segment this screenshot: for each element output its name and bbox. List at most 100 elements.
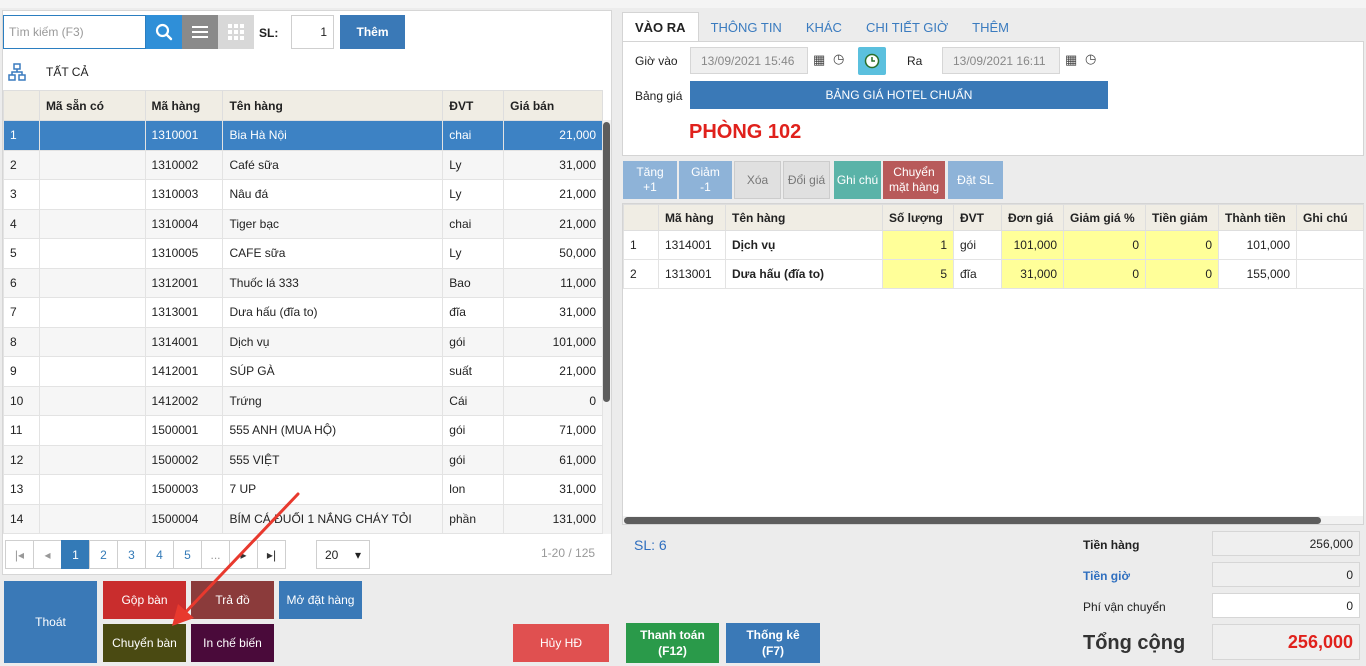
- search-button[interactable]: [146, 15, 182, 49]
- table-row[interactable]: 2 1313001 Dưa hấu (đĩa to) 5 đĩa 31,000 0 0 155,…: [623, 259, 1364, 289]
- print-kitchen-button[interactable]: In chế biến: [191, 624, 274, 662]
- col-index: [623, 204, 659, 231]
- table-cell: 1500002: [144, 444, 224, 475]
- refresh-time-button[interactable]: [858, 47, 886, 75]
- tab-other[interactable]: KHÁC: [794, 12, 854, 42]
- table-cell: 2: [3, 149, 40, 180]
- cancel-invoice-button[interactable]: Hủy HĐ: [513, 624, 609, 662]
- change-price-button[interactable]: Đổi giá: [783, 161, 830, 199]
- table-row[interactable]: 7 1313001 Dưa hấu (đĩa to) đĩa 31,000: [3, 297, 603, 328]
- category-tree-icon[interactable]: [8, 63, 26, 81]
- shipping-fee-input[interactable]: 0: [1212, 593, 1360, 618]
- order-table: Mã hàng Tên hàng Số lượng ĐVT Đơn giá Gi…: [623, 204, 1364, 289]
- category-bar: TẤT CẢ: [3, 57, 612, 87]
- table-row[interactable]: 10 1412002 Trứng Cái 0: [3, 385, 603, 416]
- table-cell[interactable]: 5: [882, 259, 954, 289]
- search-input[interactable]: Tìm kiếm (F3): [3, 15, 146, 49]
- table-row[interactable]: 9 1412001 SÚP GÀ suất 21,000: [3, 356, 603, 387]
- page-size-value: 20: [325, 547, 339, 562]
- clock-icon[interactable]: ◷: [833, 51, 844, 67]
- statistics-label: Thống kê (F7): [746, 628, 800, 658]
- top-strip: [0, 0, 1366, 8]
- decrease-qty-button[interactable]: Giảm -1: [679, 161, 732, 199]
- table-cell: Café sữa: [222, 149, 444, 180]
- table-cell[interactable]: 31,000: [1001, 259, 1064, 289]
- table-cell[interactable]: 1: [882, 230, 954, 260]
- table-row[interactable]: 11 1500001 555 ANH (MUA HỘ) gói 71,000: [3, 415, 603, 446]
- page-size-select[interactable]: 20 ▾: [316, 540, 370, 569]
- checkout-label: Ra: [907, 54, 923, 68]
- table-cell: [38, 503, 146, 534]
- table-cell: [38, 120, 146, 151]
- first-page-button[interactable]: |◂: [5, 540, 34, 569]
- order-scroll-thumb[interactable]: [624, 517, 1321, 524]
- price-list-select[interactable]: BẢNG GIÁ HOTEL CHUẨN: [690, 81, 1108, 109]
- table-cell: 1313001: [144, 297, 224, 328]
- table-cell: 0: [503, 385, 603, 416]
- move-table-button[interactable]: Chuyển bàn: [103, 624, 186, 662]
- list-view-button[interactable]: [182, 15, 218, 49]
- table-cell: [38, 179, 146, 210]
- col-price: Giá bán: [503, 90, 603, 121]
- shipping-fee-label: Phí vận chuyển: [1083, 600, 1166, 614]
- tab-info[interactable]: THÔNG TIN: [699, 12, 794, 42]
- table-cell[interactable]: 0: [1145, 259, 1219, 289]
- table-row[interactable]: 4 1310004 Tiger bạc chai 21,000: [3, 208, 603, 239]
- table-row[interactable]: 8 1314001 Dịch vụ gói 101,000: [3, 326, 603, 357]
- table-row[interactable]: 1 1310001 Bia Hà Nội chai 21,000: [3, 120, 603, 151]
- tab-more[interactable]: THÊM: [960, 12, 1021, 42]
- page-button[interactable]: 3: [117, 540, 146, 569]
- table-cell: 1500001: [144, 415, 224, 446]
- table-cell: 1310003: [144, 179, 224, 210]
- page-button[interactable]: 1: [61, 540, 90, 569]
- table-cell[interactable]: 101,000: [1001, 230, 1064, 260]
- checkin-label: Giờ vào: [635, 54, 678, 68]
- page-button[interactable]: 2: [89, 540, 118, 569]
- table-cell: [38, 444, 146, 475]
- table-row[interactable]: 3 1310003 Nâu đá Ly 21,000: [3, 179, 603, 210]
- move-item-button[interactable]: Chuyển mặt hàng: [883, 161, 945, 199]
- quantity-input[interactable]: 1: [291, 15, 334, 49]
- grid-view-button[interactable]: [218, 15, 254, 49]
- note-button[interactable]: Ghi chú: [834, 161, 881, 199]
- payment-button[interactable]: Thanh toán (F12): [626, 623, 719, 663]
- table-cell: Tiger bạc: [222, 208, 444, 239]
- tab-time-detail[interactable]: CHI TIẾT GIỜ: [854, 12, 960, 42]
- calendar-icon[interactable]: ▦: [813, 52, 825, 68]
- table-cell[interactable]: 0: [1063, 230, 1146, 260]
- calendar-icon[interactable]: ▦: [1065, 52, 1077, 68]
- table-cell: 5: [3, 238, 40, 269]
- table-row[interactable]: 12 1500002 555 VIỆT gói 61,000: [3, 444, 603, 475]
- table-cell: 13: [3, 474, 40, 505]
- table-header-row: Mã sẵn có Mã hàng Tên hàng ĐVT Giá bán: [3, 90, 603, 121]
- table-cell: 14: [3, 503, 40, 534]
- table-row[interactable]: 1 1314001 Dịch vụ 1 gói 101,000 0 0 101,000: [623, 230, 1364, 260]
- category-tab-all[interactable]: TẤT CẢ: [46, 65, 88, 79]
- table-cell: Bao: [442, 267, 505, 298]
- clock-icon[interactable]: ◷: [1085, 51, 1096, 67]
- exit-button[interactable]: Thoát: [4, 581, 97, 663]
- checkout-time-field[interactable]: 13/09/2021 16:11: [942, 47, 1060, 74]
- tab-checkin[interactable]: VÀO RA: [622, 12, 699, 42]
- statistics-button[interactable]: Thống kê (F7): [726, 623, 820, 663]
- table-row[interactable]: 6 1312001 Thuốc lá 333 Bao 11,000: [3, 267, 603, 298]
- checkin-time-field[interactable]: 13/09/2021 15:46: [690, 47, 808, 74]
- product-scroll-thumb[interactable]: [603, 122, 610, 402]
- set-qty-button[interactable]: Đặt SL: [948, 161, 1003, 199]
- delete-item-button[interactable]: Xóa: [734, 161, 781, 199]
- prev-page-button[interactable]: ◂: [33, 540, 62, 569]
- table-cell: Ly: [442, 149, 505, 180]
- table-cell: [38, 238, 146, 269]
- hours-total-label[interactable]: Tiền giờ: [1083, 569, 1130, 583]
- table-cell: 1: [623, 230, 659, 260]
- table-row[interactable]: 2 1310002 Café sữa Ly 31,000: [3, 149, 603, 180]
- add-button[interactable]: Thêm: [340, 15, 405, 49]
- increase-qty-button[interactable]: Tăng +1: [623, 161, 677, 199]
- table-cell: Dịch vụ: [725, 230, 883, 260]
- table-cell: suất: [442, 356, 505, 387]
- table-cell: Nâu đá: [222, 179, 444, 210]
- table-cell[interactable]: 0: [1145, 230, 1219, 260]
- table-cell[interactable]: 0: [1063, 259, 1146, 289]
- table-row[interactable]: 5 1310005 CAFE sữa Ly 50,000: [3, 238, 603, 269]
- table-cell: 21,000: [503, 179, 603, 210]
